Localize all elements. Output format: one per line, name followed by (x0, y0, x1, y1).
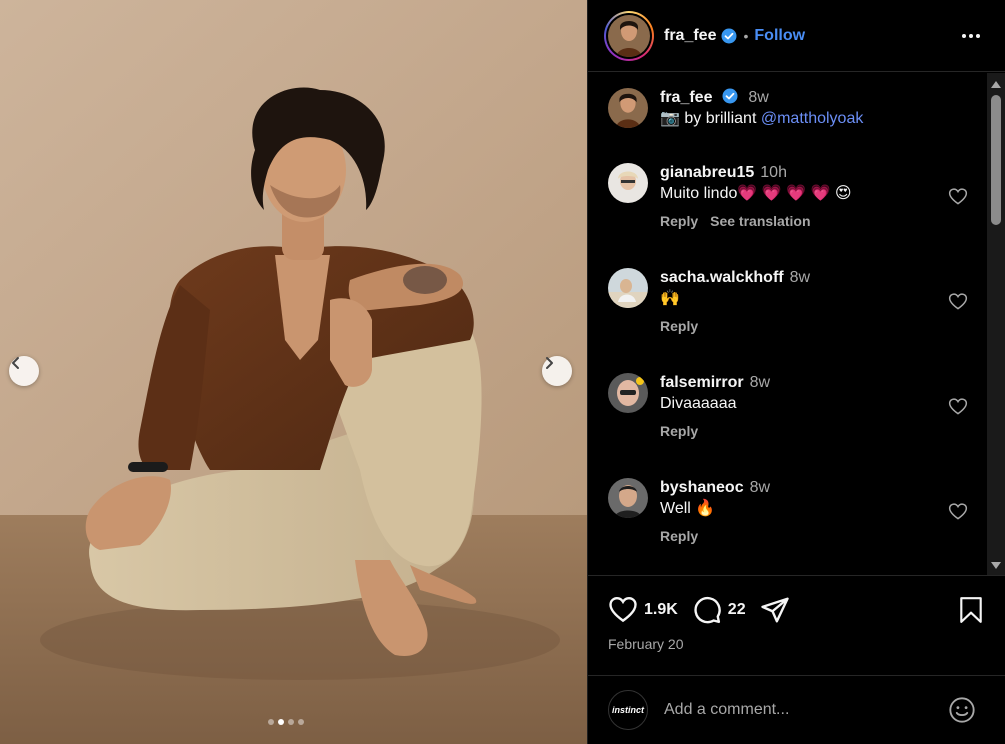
heart-icon[interactable] (948, 187, 968, 207)
comment-item: gianabreu15 10h Muito lindo💗 💗 💗 💗 😍 Repl… (608, 163, 978, 229)
comment-item: falsemirror 8w Divaaaaaa Reply (608, 373, 978, 439)
comment-button[interactable]: 22 (692, 595, 760, 625)
chevron-right-icon (546, 357, 553, 369)
see-translation-button[interactable]: See translation (710, 213, 810, 229)
next-photo-button[interactable] (542, 356, 572, 386)
scroll-down-arrow-icon[interactable] (991, 562, 1001, 569)
caption-text: 📷 by brilliant @mattholyoak (660, 108, 863, 130)
comment-text: 🙌 (660, 290, 680, 307)
separator-dot: • (743, 27, 749, 44)
avatar-image (608, 478, 648, 518)
comment-text: Divaaaaaa (660, 395, 737, 412)
comment-count[interactable]: 22 (728, 601, 746, 619)
heart-icon (609, 596, 637, 623)
carousel-dot (268, 719, 274, 725)
emoji-icon (949, 697, 975, 723)
author-avatar[interactable] (604, 10, 654, 61)
add-comment-input[interactable] (664, 701, 924, 719)
reply-button[interactable]: Reply (660, 318, 698, 334)
carousel-dot (298, 719, 304, 725)
caption-mention[interactable]: @mattholyoak (761, 110, 864, 127)
post-caption: fra_fee 8w 📷 by brilliant @mattholyoak (608, 88, 863, 130)
comment-username[interactable]: sacha.walckhoff (660, 269, 784, 286)
avatar-image (608, 88, 648, 128)
heart-icon[interactable] (948, 292, 968, 312)
scrollbar-thumb[interactable] (991, 95, 1001, 225)
commenter-avatar[interactable] (608, 163, 648, 203)
camera-emoji: 📷 (660, 110, 680, 127)
more-options-icon[interactable] (959, 24, 983, 48)
share-button[interactable] (760, 595, 790, 625)
post-header: fra_fee • Follow (588, 0, 1005, 72)
comment-item: sacha.walckhoff 8w 🙌 Reply (608, 268, 978, 334)
comments-list[interactable]: fra_fee 8w 📷 by brilliant @mattholyoak g… (588, 73, 988, 575)
emoji-button[interactable] (948, 696, 976, 729)
share-icon (760, 597, 789, 623)
avatar-image (608, 14, 650, 57)
reply-button[interactable]: Reply (660, 213, 698, 229)
save-button[interactable] (958, 596, 984, 629)
comment-item: byshaneoc 8w Well 🔥 Reply (608, 478, 978, 544)
bookmark-icon (960, 597, 982, 623)
reply-button[interactable]: Reply (660, 423, 698, 439)
author-username[interactable]: fra_fee (664, 27, 716, 45)
comment-username[interactable]: byshaneoc (660, 479, 744, 496)
like-count[interactable]: 1.9K (644, 601, 678, 619)
reply-button[interactable]: Reply (660, 528, 698, 544)
portrait-illustration (0, 0, 587, 744)
comment-text: Well 🔥 (660, 500, 716, 517)
verified-badge-icon (721, 28, 737, 43)
caption-body: by brilliant (679, 110, 761, 127)
comment-text: Muito lindo💗 💗 💗 💗 😍 (660, 185, 852, 202)
current-user-avatar[interactable]: instinct (608, 690, 648, 730)
caption-time[interactable]: 8w (748, 89, 768, 106)
comment-time[interactable]: 10h (760, 164, 787, 181)
commenter-avatar[interactable] (608, 373, 648, 413)
carousel-dot (278, 719, 284, 725)
comment-username[interactable]: gianabreu15 (660, 164, 754, 181)
comments-scrollbar[interactable] (987, 73, 1005, 575)
commenter-avatar[interactable] (608, 478, 648, 518)
carousel-indicator (268, 719, 304, 725)
commenter-avatar[interactable] (608, 268, 648, 308)
comment-time[interactable]: 8w (750, 479, 770, 496)
post-action-bar: 1.9K 22 February 20 (588, 575, 1005, 675)
comment-composer: instinct (588, 675, 1005, 744)
follow-button[interactable]: Follow (754, 27, 805, 45)
caption-avatar[interactable] (608, 88, 648, 128)
comment-username[interactable]: falsemirror (660, 374, 744, 391)
comment-icon (694, 596, 721, 624)
carousel-dot (288, 719, 294, 725)
caption-username[interactable]: fra_fee (660, 89, 712, 106)
comment-time[interactable]: 8w (750, 374, 770, 391)
verified-badge-icon (722, 88, 738, 104)
avatar-image (608, 373, 648, 413)
avatar-image (608, 163, 648, 203)
heart-icon[interactable] (948, 397, 968, 417)
avatar-logo-text: instinct (611, 705, 644, 715)
post-date[interactable]: February 20 (608, 636, 986, 652)
post-photo[interactable] (0, 0, 587, 744)
previous-photo-button[interactable] (9, 356, 39, 386)
scroll-up-arrow-icon[interactable] (991, 81, 1001, 88)
heart-icon[interactable] (948, 502, 968, 522)
avatar-image (608, 268, 648, 308)
chevron-left-icon (12, 357, 19, 369)
post-details-panel: fra_fee • Follow fra_fee 8w 📷 by brillia… (587, 0, 1005, 744)
comment-time[interactable]: 8w (790, 269, 810, 286)
like-button[interactable]: 1.9K (608, 595, 692, 625)
